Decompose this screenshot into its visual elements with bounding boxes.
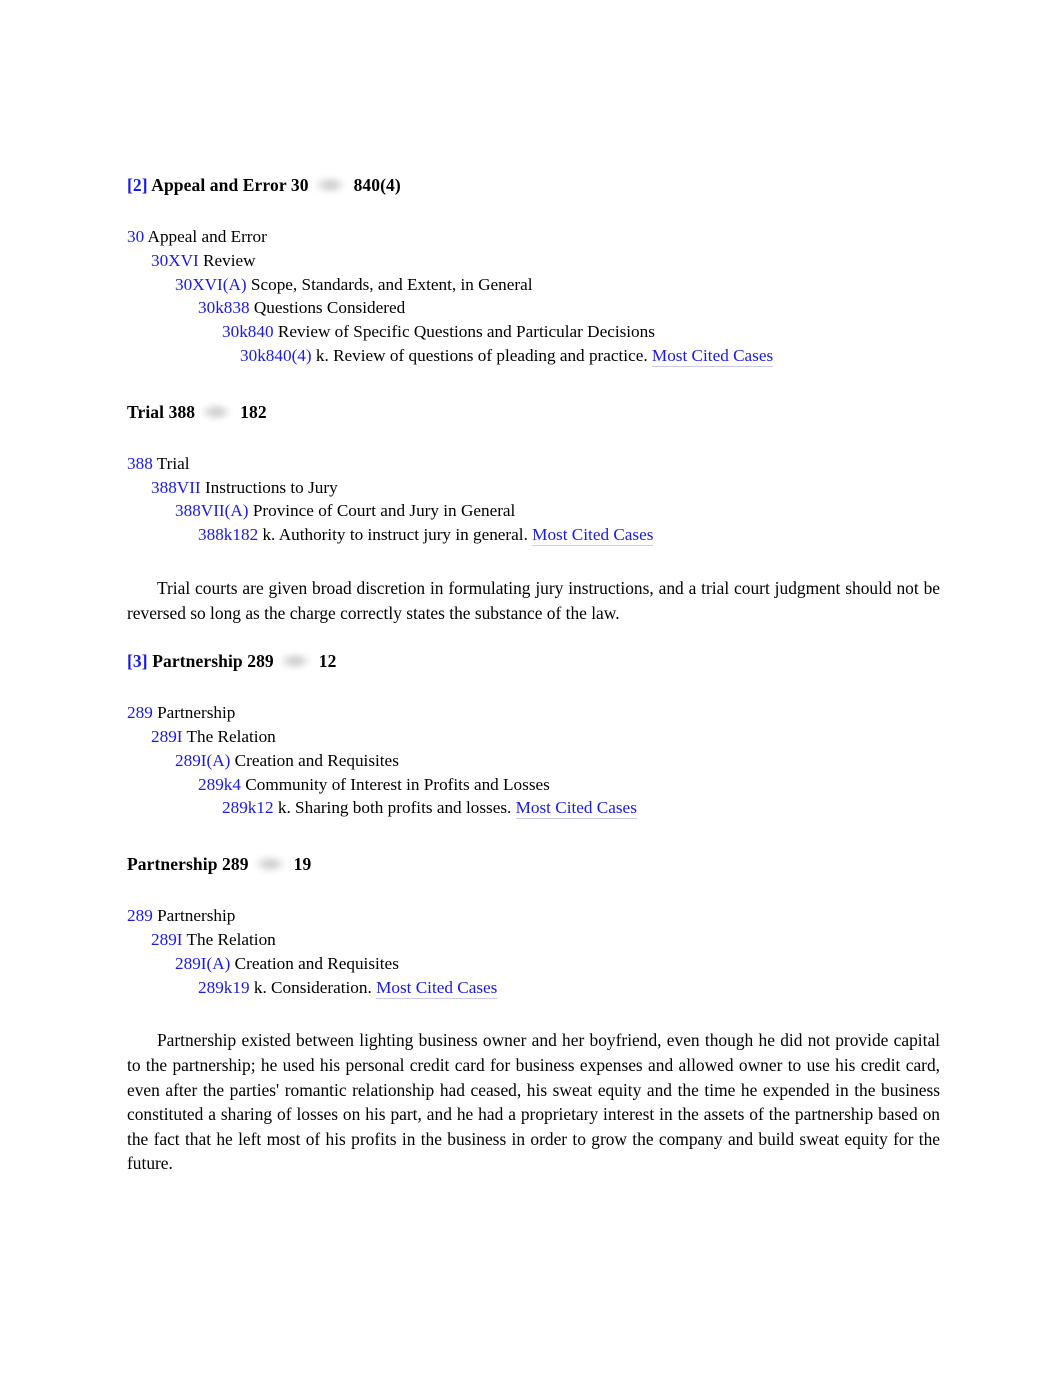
headnote-topic: Trial 388 (127, 401, 196, 422)
outline-row: 388VII(A) Province of Court and Jury in … (175, 499, 940, 523)
outline-code[interactable]: 30k838 (198, 298, 250, 317)
outline-desc: k. Consideration. (253, 977, 372, 997)
headnote-header: Trial 388 182 (127, 402, 940, 422)
outline-desc: Partnership (157, 906, 236, 926)
key-number-outline: 388 Trial 388VII Instructions to Jury 38… (127, 452, 940, 547)
most-cited-cases-link[interactable]: Most Cited Cases (515, 798, 637, 820)
headnote-header: Partnership 289 19 (127, 854, 940, 874)
outline-code[interactable]: 289I (151, 727, 183, 746)
outline-desc: The Relation (186, 929, 276, 949)
outline-desc: Review (203, 250, 256, 270)
headnote-key-number: 12 (318, 651, 337, 672)
headnote-key-number: 840(4) (353, 175, 401, 195)
outline-desc: k. Authority to instruct jury in general… (262, 525, 528, 545)
headnote-header: [3] Partnership 289 12 (127, 651, 940, 671)
outline-row: 289k19 k. Consideration. Most Cited Case… (198, 976, 940, 1000)
outline-desc: Partnership (157, 703, 236, 723)
outline-row: 30XVI Review (151, 249, 940, 273)
outline-code[interactable]: 30XVI(A) (175, 275, 247, 294)
outline-row: 388VII Instructions to Jury (151, 476, 940, 500)
outline-desc: k. Sharing both profits and losses. (277, 798, 512, 818)
outline-desc: k. Review of questions of pleading and p… (315, 345, 648, 365)
headnote-body-text: Trial courts are given broad discretion … (127, 577, 940, 623)
outline-row: 30XVI(A) Scope, Standards, and Extent, i… (175, 273, 940, 297)
outline-code[interactable]: 30XVI (151, 251, 199, 270)
headnote-header: [2] Appeal and Error 30 840(4) (127, 175, 940, 195)
headnote-bracket-number[interactable]: [2] (127, 175, 148, 195)
west-key-icon (254, 857, 288, 872)
outline-code[interactable]: 388VII (151, 478, 201, 497)
outline-row: 289I The Relation (151, 725, 940, 749)
outline-row: 289 Partnership (127, 701, 940, 725)
key-number-outline: 289 Partnership 289I The Relation 289I(A… (127, 904, 940, 999)
west-key-icon (314, 178, 348, 193)
outline-row: 388k182 k. Authority to instruct jury in… (198, 523, 940, 547)
outline-desc: Creation and Requisites (234, 750, 399, 770)
outline-row: 289k12 k. Sharing both profits and losse… (222, 796, 940, 820)
outline-row: 289 Partnership (127, 904, 940, 928)
outline-code[interactable]: 30k840 (222, 322, 274, 341)
outline-code[interactable]: 289k19 (198, 978, 250, 997)
outline-desc: Creation and Requisites (234, 953, 399, 973)
outline-code[interactable]: 289k4 (198, 775, 241, 794)
outline-row: 30 Appeal and Error (127, 225, 940, 249)
outline-code[interactable]: 289 (127, 703, 153, 722)
outline-row: 289I(A) Creation and Requisites (175, 749, 940, 773)
outline-row: 388 Trial (127, 452, 940, 476)
outline-code[interactable]: 388 (127, 454, 153, 473)
outline-desc: Review of Specific Questions and Particu… (277, 322, 655, 342)
outline-code[interactable]: 30 (127, 227, 144, 246)
outline-code[interactable]: 289I(A) (175, 954, 230, 973)
outline-code[interactable]: 30k840(4) (240, 346, 312, 365)
headnote-key-number: 182 (240, 401, 267, 422)
most-cited-cases-link[interactable]: Most Cited Cases (532, 525, 654, 547)
outline-desc: Trial (156, 453, 190, 473)
outline-code[interactable]: 388VII(A) (175, 501, 249, 520)
outline-row: 30k840 Review of Specific Questions and … (222, 320, 940, 344)
most-cited-cases-link[interactable]: Most Cited Cases (376, 977, 498, 999)
headnote-topic: Partnership 289 (152, 651, 274, 672)
headnote-topic: Partnership 289 (127, 854, 249, 875)
outline-row: 289k4 Community of Interest in Profits a… (198, 773, 940, 797)
outline-code[interactable]: 289k12 (222, 798, 274, 817)
key-number-outline: 30 Appeal and Error 30XVI Review 30XVI(A… (127, 225, 940, 368)
outline-desc: Community of Interest in Profits and Los… (245, 774, 550, 794)
most-cited-cases-link[interactable]: Most Cited Cases (651, 345, 774, 367)
outline-row: 30k840(4) k. Review of questions of plea… (240, 344, 940, 368)
outline-desc: The Relation (186, 726, 276, 746)
outline-row: 289I(A) Creation and Requisites (175, 952, 940, 976)
headnote-bracket-number[interactable]: [3] (127, 651, 148, 671)
outline-desc: Questions Considered (253, 298, 406, 318)
key-number-outline: 289 Partnership 289I The Relation 289I(A… (127, 701, 940, 820)
outline-row: 289I The Relation (151, 928, 940, 952)
west-key-icon (279, 654, 313, 669)
outline-code[interactable]: 289I (151, 930, 183, 949)
headnote-key-number: 19 (293, 854, 312, 875)
outline-code[interactable]: 289I(A) (175, 751, 230, 770)
headnote-body-text: Partnership existed between lighting bus… (127, 1030, 940, 1174)
outline-desc: Appeal and Error (147, 227, 267, 246)
outline-desc: Province of Court and Jury in General (252, 501, 516, 521)
west-key-icon (200, 405, 234, 420)
outline-desc: Instructions to Jury (204, 477, 338, 497)
outline-row: 30k838 Questions Considered (198, 296, 940, 320)
document-content: [2] Appeal and Error 30 840(4) 30 Appeal … (127, 175, 940, 1176)
document-page: [2] Appeal and Error 30 840(4) 30 Appeal … (0, 0, 1062, 1376)
outline-desc: Scope, Standards, and Extent, in General (250, 274, 533, 294)
headnote-topic: Appeal and Error 30 (151, 175, 309, 195)
outline-code[interactable]: 388k182 (198, 525, 258, 544)
outline-code[interactable]: 289 (127, 906, 153, 925)
